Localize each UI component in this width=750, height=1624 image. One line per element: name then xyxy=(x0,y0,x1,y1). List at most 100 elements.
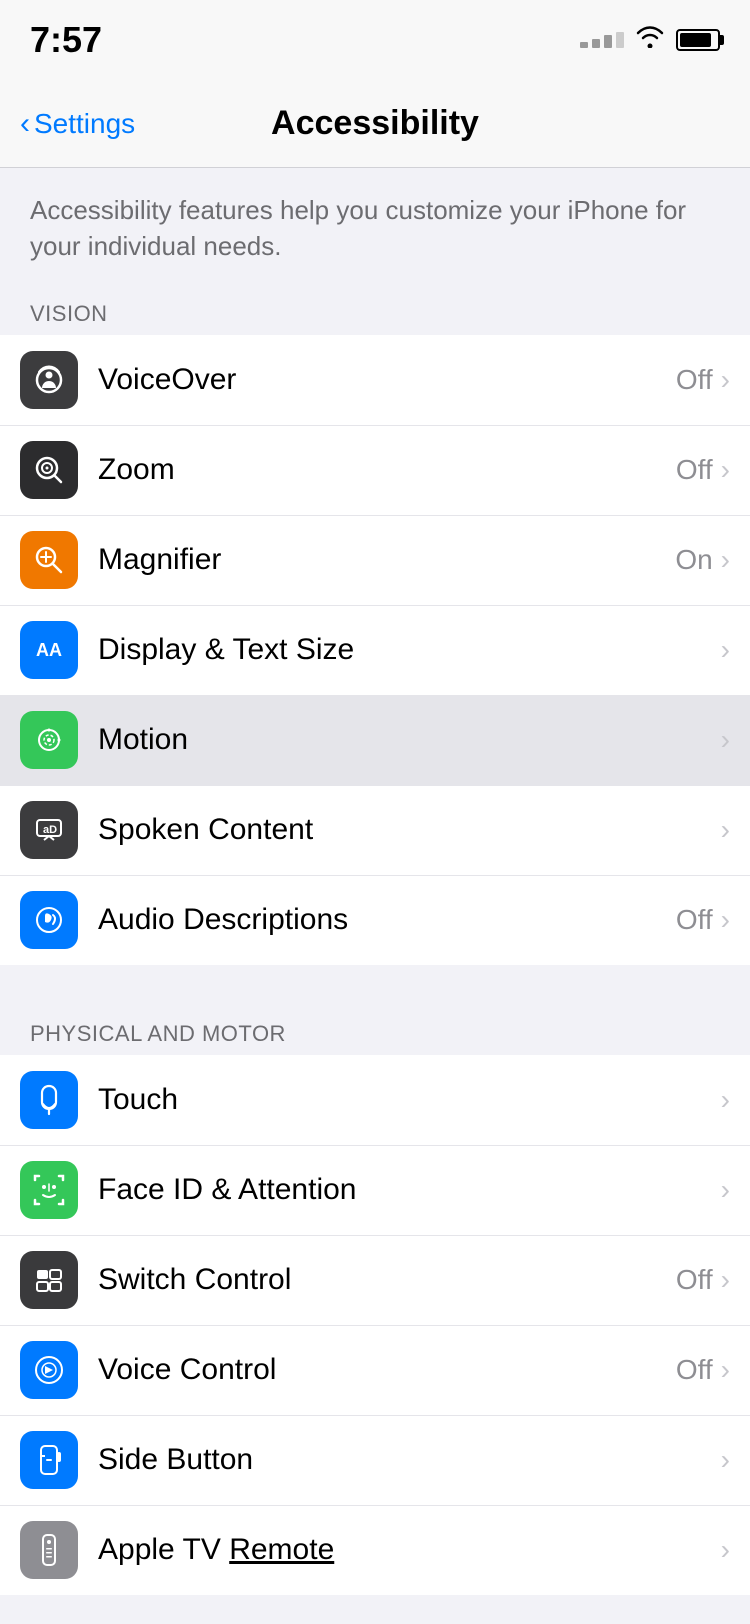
status-icons xyxy=(580,26,720,54)
touch-chevron-icon: › xyxy=(721,1084,730,1116)
motion-label: Motion xyxy=(98,723,188,757)
voice-control-content: Voice Control Off › xyxy=(98,1353,730,1387)
audio-descriptions-content: Audio Descriptions Off › xyxy=(98,903,730,937)
vision-settings-group: VoiceOver Off › Zoom Off › xyxy=(0,335,750,965)
audio-descriptions-label: Audio Descriptions xyxy=(98,903,348,937)
voiceover-right: Off › xyxy=(676,364,730,396)
back-chevron-icon: ‹ xyxy=(20,107,30,141)
voiceover-value: Off xyxy=(676,364,713,396)
switch-control-chevron-icon: › xyxy=(721,1264,730,1296)
touch-right: › xyxy=(721,1084,730,1116)
voiceover-label: VoiceOver xyxy=(98,363,236,397)
zoom-row[interactable]: Zoom Off › xyxy=(0,425,750,515)
svg-text:aD: aD xyxy=(43,824,57,836)
display-text-label: Display & Text Size xyxy=(98,633,354,667)
side-button-row[interactable]: Side Button › xyxy=(0,1415,750,1505)
spoken-content-label: Spoken Content xyxy=(98,813,313,847)
face-id-label: Face ID & Attention xyxy=(98,1173,356,1207)
voice-control-chevron-icon: › xyxy=(721,1354,730,1386)
zoom-icon xyxy=(20,441,78,499)
switch-control-right: Off › xyxy=(676,1264,730,1296)
zoom-value: Off xyxy=(676,454,713,486)
magnifier-label: Magnifier xyxy=(98,543,221,577)
magnifier-value: On xyxy=(675,544,712,576)
apple-tv-remote-icon xyxy=(20,1521,78,1579)
zoom-content: Zoom Off › xyxy=(98,453,730,487)
side-button-content: Side Button › xyxy=(98,1443,730,1477)
switch-control-icon xyxy=(20,1251,78,1309)
zoom-right: Off › xyxy=(676,454,730,486)
back-label: Settings xyxy=(34,108,135,140)
spoken-content-row[interactable]: aD Spoken Content › xyxy=(0,785,750,875)
face-id-row[interactable]: Face ID & Attention › xyxy=(0,1145,750,1235)
magnifier-row[interactable]: Magnifier On › xyxy=(0,515,750,605)
wifi-icon xyxy=(636,26,664,54)
spoken-content-chevron-icon: › xyxy=(721,814,730,846)
side-button-right: › xyxy=(721,1444,730,1476)
switch-control-label: Switch Control xyxy=(98,1263,291,1297)
motion-row[interactable]: Motion › xyxy=(0,695,750,785)
battery-icon xyxy=(676,29,720,51)
audio-descriptions-right: Off › xyxy=(676,904,730,936)
voice-control-value: Off xyxy=(676,1354,713,1386)
voiceover-row[interactable]: VoiceOver Off › xyxy=(0,335,750,425)
face-id-icon xyxy=(20,1161,78,1219)
motion-content: Motion › xyxy=(98,723,730,757)
voiceover-content: VoiceOver Off › xyxy=(98,363,730,397)
zoom-chevron-icon: › xyxy=(721,454,730,486)
touch-label: Touch xyxy=(98,1083,178,1117)
switch-control-content: Switch Control Off › xyxy=(98,1263,730,1297)
face-id-chevron-icon: › xyxy=(721,1174,730,1206)
audio-descriptions-row[interactable]: Audio Descriptions Off › xyxy=(0,875,750,965)
signal-icon xyxy=(580,32,624,48)
physical-motor-section-header: PHYSICAL AND MOTOR xyxy=(0,1005,750,1055)
apple-tv-remote-label: Apple TV Remote xyxy=(98,1533,334,1567)
apple-tv-remote-row[interactable]: Apple TV Remote › xyxy=(0,1505,750,1595)
voiceover-chevron-icon: › xyxy=(721,364,730,396)
switch-control-row[interactable]: Switch Control Off › xyxy=(0,1235,750,1325)
page-title: Accessibility xyxy=(271,104,479,143)
display-text-right: › xyxy=(721,634,730,666)
voice-control-row[interactable]: Voice Control Off › xyxy=(0,1325,750,1415)
motion-right: › xyxy=(721,724,730,756)
display-text-chevron-icon: › xyxy=(721,634,730,666)
side-button-label: Side Button xyxy=(98,1443,253,1477)
description-text: Accessibility features help you customiz… xyxy=(30,192,720,265)
svg-text:AA: AA xyxy=(36,640,62,660)
apple-tv-remote-right: › xyxy=(721,1534,730,1566)
nav-bar: ‹ Settings Accessibility xyxy=(0,80,750,168)
apple-tv-remote-chevron-icon: › xyxy=(721,1534,730,1566)
magnifier-icon xyxy=(20,531,78,589)
physical-settings-group: Touch › Face ID & Attention › xyxy=(0,1055,750,1595)
face-id-right: › xyxy=(721,1174,730,1206)
audio-descriptions-icon xyxy=(20,891,78,949)
voiceover-icon xyxy=(20,351,78,409)
back-button[interactable]: ‹ Settings xyxy=(20,107,135,141)
section-divider-1 xyxy=(0,965,750,1005)
audio-descriptions-chevron-icon: › xyxy=(721,904,730,936)
status-bar: 7:57 xyxy=(0,0,750,80)
display-text-icon: AA xyxy=(20,621,78,679)
voice-control-label: Voice Control xyxy=(98,1353,276,1387)
spoken-content-icon: aD xyxy=(20,801,78,859)
audio-descriptions-value: Off xyxy=(676,904,713,936)
magnifier-right: On › xyxy=(675,544,730,576)
touch-icon xyxy=(20,1071,78,1129)
display-text-row[interactable]: AA Display & Text Size › xyxy=(0,605,750,695)
touch-row[interactable]: Touch › xyxy=(0,1055,750,1145)
side-button-icon xyxy=(20,1431,78,1489)
voice-control-icon xyxy=(20,1341,78,1399)
zoom-label: Zoom xyxy=(98,453,175,487)
switch-control-value: Off xyxy=(676,1264,713,1296)
magnifier-content: Magnifier On › xyxy=(98,543,730,577)
motion-chevron-icon: › xyxy=(721,724,730,756)
spoken-content-right: › xyxy=(721,814,730,846)
voice-control-right: Off › xyxy=(676,1354,730,1386)
face-id-content: Face ID & Attention › xyxy=(98,1173,730,1207)
spoken-content-content: Spoken Content › xyxy=(98,813,730,847)
display-text-content: Display & Text Size › xyxy=(98,633,730,667)
description-section: Accessibility features help you customiz… xyxy=(0,168,750,285)
side-button-chevron-icon: › xyxy=(721,1444,730,1476)
magnifier-chevron-icon: › xyxy=(721,544,730,576)
status-time: 7:57 xyxy=(30,19,102,61)
